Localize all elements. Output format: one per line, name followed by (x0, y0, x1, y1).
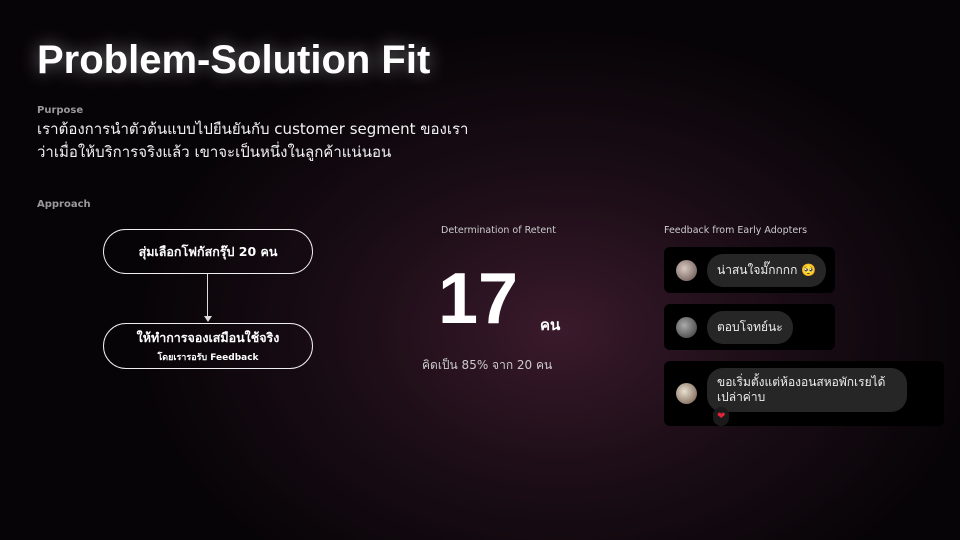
retention-value: 17 (438, 259, 519, 339)
retention-note: คิดเป็น 85% จาก 20 คน (422, 358, 553, 372)
retention-heading: Determination of Retent (441, 225, 556, 236)
approach-step-2: ให้ทำการจองเสมือนใช้จริง โดยเรารอรับ Fee… (103, 323, 313, 369)
feedback-card: ขอเริ่มตั้งแต่ห้องอนสหอพักเรยได้เปล่าค่า… (664, 361, 944, 426)
message-bubble: ขอเริ่มตั้งแต่ห้องอนสหอพักเรยได้เปล่าค่า… (707, 367, 907, 426)
connector-line (207, 274, 208, 318)
purpose-label: Purpose (37, 105, 84, 116)
message-bubble: ตอบโจทย์นะ (707, 310, 793, 344)
feedback-heading: Feedback from Early Adopters (664, 225, 808, 236)
page-title: Problem-Solution Fit (37, 38, 431, 82)
arrow-down-icon (204, 316, 212, 322)
purpose-text: เราต้องการนำตัวต้นแบบไปยืนยันกับ custome… (37, 118, 468, 164)
avatar (676, 383, 697, 404)
message-text: ตอบโจทย์นะ (717, 319, 783, 334)
step-2-text: ให้ทำการจองเสมือนใช้จริง (136, 330, 280, 345)
message-text: น่าสนใจมั๊กกกก (717, 262, 798, 277)
message-text: ขอเริ่มตั้งแต่ห้องอนสหอพักเรยได้เปล่าค่า… (717, 374, 886, 404)
step-2-subtext: โดยเรารอรับ Feedback (157, 353, 259, 363)
retention-unit: คน (540, 316, 561, 334)
approach-label: Approach (37, 199, 91, 210)
heart-reaction-icon: ❤ (713, 406, 730, 426)
pleading-face-icon: 🥺 (801, 262, 817, 277)
avatar (676, 316, 697, 338)
avatar (676, 259, 697, 281)
step-1-text: สุ่มเลือกโฟกัสกรุ๊ป 20 คน (138, 243, 278, 259)
feedback-card: ตอบโจทย์นะ (664, 304, 835, 350)
purpose-line-1: เราต้องการนำตัวต้นแบบไปยืนยันกับ custome… (37, 120, 469, 138)
purpose-line-2: ว่าเมื่อให้บริการจริงแล้ว เขาจะเป็นหนึ่ง… (37, 143, 392, 161)
feedback-card: น่าสนใจมั๊กกกก 🥺 (664, 247, 835, 293)
approach-step-1: สุ่มเลือกโฟกัสกรุ๊ป 20 คน (103, 229, 313, 274)
message-bubble: น่าสนใจมั๊กกกก 🥺 (707, 253, 827, 287)
